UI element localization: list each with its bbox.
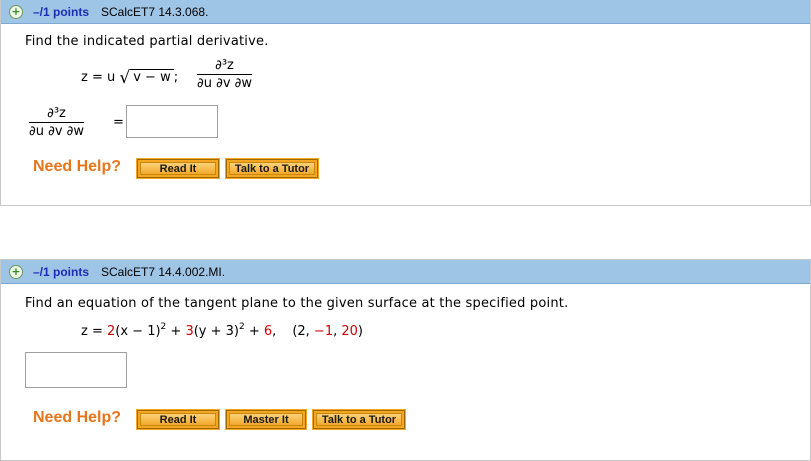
fraction-numerator: ∂³z [197,58,252,75]
equation-semicolon: ; [173,70,179,85]
question-id: SCalcET7 14.4.002.MI. [101,264,226,279]
answer-fraction-denominator: ∂u ∂v ∂w [29,124,84,139]
question-2: + –/1 points SCalcET7 14.4.002.MI. Find … [0,259,811,461]
answer-fraction: ∂³z ∂u ∂v ∂w [29,106,84,139]
answer-fraction-numerator: ∂³z [29,106,84,123]
term-y: (y + 3) [193,324,239,339]
sqrt-symbol-icon: √ [119,68,131,88]
plus-1: + [166,324,186,339]
term-x: (x − 1) [115,324,161,339]
radicand: v − w [130,69,174,85]
talk-to-tutor-button[interactable]: Talk to a Tutor [225,158,319,179]
equation-lhs: z = u [81,70,116,85]
given-equation: z = u √ v − w; [81,66,179,88]
need-help-label: Need Help? [33,409,122,426]
question-prompt: Find the indicated partial derivative. [25,34,269,49]
talk-to-tutor-button[interactable]: Talk to a Tutor [312,409,406,430]
point-z: 20 [341,324,358,339]
question-1-header: + –/1 points SCalcET7 14.3.068. [1,0,810,24]
question-prompt: Find an equation of the tangent plane to… [25,296,569,311]
constant-6: 6 [263,324,273,339]
point-close: ) [357,324,363,339]
point-open: (2, [292,324,314,339]
need-help-label: Need Help? [33,158,122,175]
question-1: + –/1 points SCalcET7 14.3.068. Find the… [0,0,811,206]
answer-equals: = [113,115,124,130]
fraction-denominator: ∂u ∂v ∂w [197,76,252,91]
point-y: −1 [313,324,334,339]
expand-plus-icon[interactable]: + [9,264,23,279]
question-2-header: + –/1 points SCalcET7 14.4.002.MI. [1,260,810,284]
expand-plus-icon[interactable]: + [9,4,23,19]
derivative-notation: ∂³z ∂u ∂v ∂w [197,58,252,91]
coef-3: 3 [185,324,194,339]
equation-z: z = [81,324,107,339]
master-it-button[interactable]: Master It [225,409,307,430]
read-it-button[interactable]: Read It [136,158,220,179]
plus-2: + [244,324,264,339]
answer-input[interactable] [126,105,218,138]
surface-equation: z = 2(x − 1)2 + 3(y + 3)2 + 6, (2, −1, 20… [81,323,363,340]
read-it-button[interactable]: Read It [136,409,220,430]
comma: , [272,324,277,339]
points-label: –/1 points [33,264,90,279]
answer-input[interactable] [25,352,127,388]
points-label: –/1 points [33,4,90,19]
question-id: SCalcET7 14.3.068. [101,4,209,19]
